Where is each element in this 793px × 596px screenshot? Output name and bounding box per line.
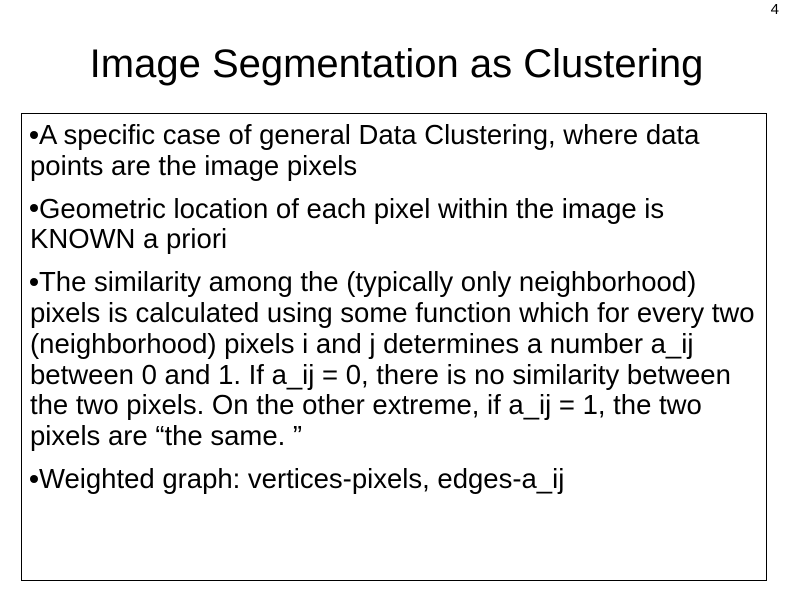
bullet-text: Geometric location of each pixel within …: [30, 193, 664, 255]
bullet-text: The similarity among the (typically only…: [30, 266, 755, 451]
content-box: A specific case of general Data Clusteri…: [21, 113, 767, 581]
bullet-text: Weighted graph: vertices-pixels, edges-a…: [39, 463, 564, 494]
bullet-item: Geometric location of each pixel within …: [30, 194, 758, 256]
bullet-item: Weighted graph: vertices-pixels, edges-a…: [30, 464, 758, 495]
bullet-item: A specific case of general Data Clusteri…: [30, 120, 758, 182]
slide: 4 Image Segmentation as Clustering A spe…: [0, 0, 793, 596]
bullet-icon: [30, 475, 38, 483]
slide-title: Image Segmentation as Clustering: [0, 42, 793, 87]
bullet-icon: [30, 278, 38, 286]
bullet-item: The similarity among the (typically only…: [30, 267, 758, 452]
bullet-icon: [30, 131, 38, 139]
page-number: 4: [771, 1, 779, 18]
bullet-text: A specific case of general Data Clusteri…: [30, 119, 699, 181]
bullet-icon: [30, 204, 38, 212]
